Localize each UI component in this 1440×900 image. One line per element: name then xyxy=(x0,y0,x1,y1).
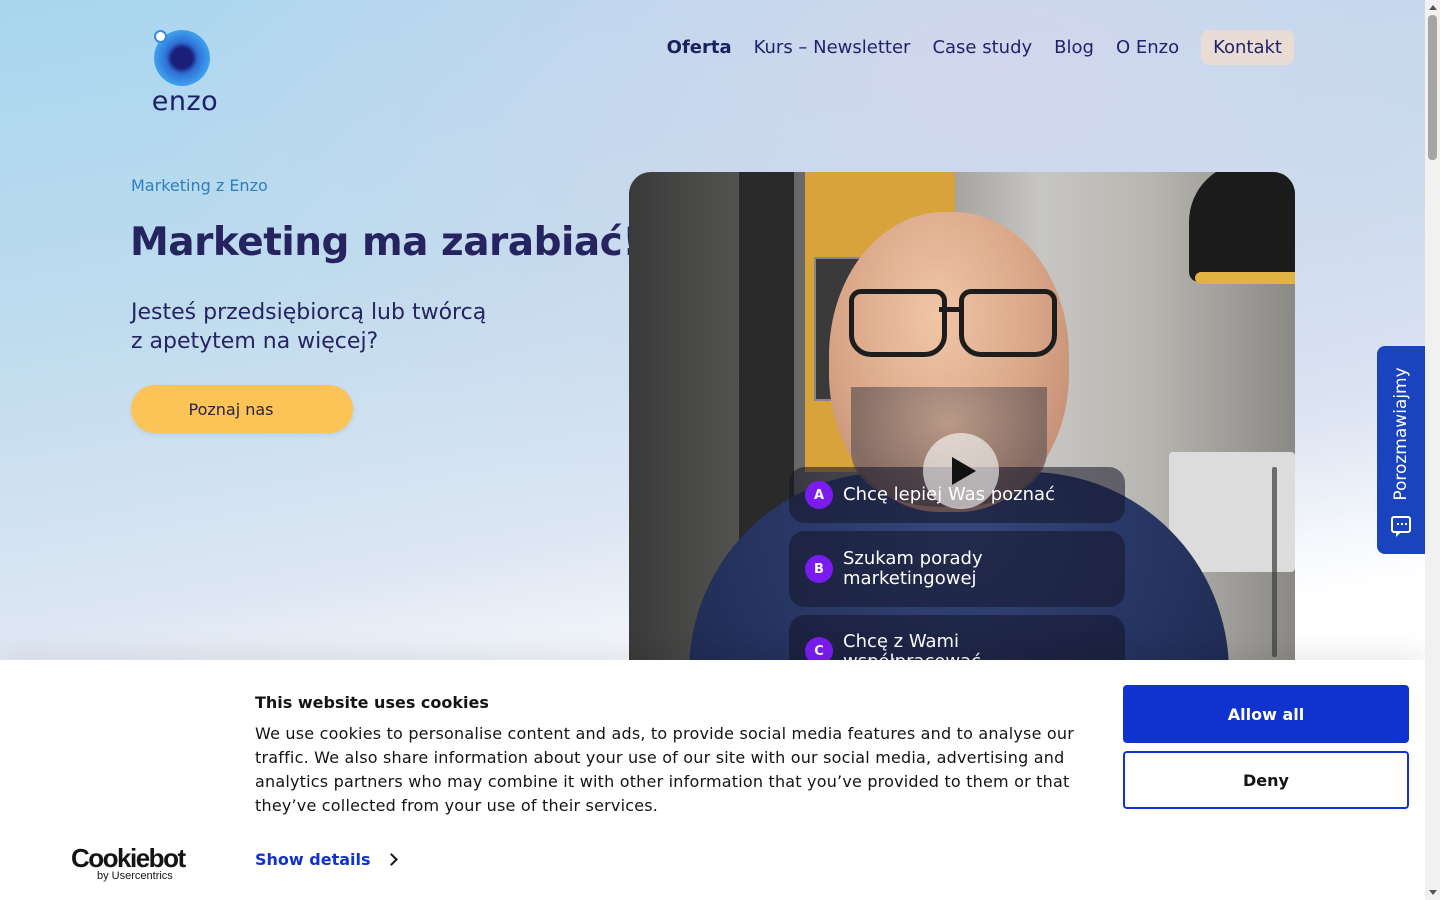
scroll-thumb[interactable] xyxy=(1428,15,1437,160)
cookie-banner: Cookiebot by Usercentrics This website u… xyxy=(0,660,1425,900)
page-scrollbar[interactable] xyxy=(1425,0,1440,900)
lamp-shape xyxy=(1189,172,1295,282)
cookiebot-logo: Cookiebot by Usercentrics xyxy=(71,843,186,882)
hero-title: Marketing ma zarabiać! xyxy=(130,220,640,265)
nav-item-blog[interactable]: Blog xyxy=(1054,37,1094,58)
main-nav: Oferta Kurs – Newsletter Case study Blog… xyxy=(645,29,1294,65)
allow-all-button[interactable]: Allow all xyxy=(1123,685,1409,743)
nav-item-oferta[interactable]: Oferta xyxy=(667,37,732,58)
options-scrollbar[interactable] xyxy=(1272,467,1277,657)
chevron-right-icon xyxy=(384,853,398,866)
nav-item-case-study[interactable]: Case study xyxy=(932,37,1032,58)
nav-item-o-enzo[interactable]: O Enzo xyxy=(1116,37,1179,58)
video-player[interactable]: A Chcę lepiej Was poznać B Szukam porady… xyxy=(629,172,1295,692)
hero-subtitle-line-2: z apetytem na więcej? xyxy=(131,329,379,354)
side-tab-label: Porozmawiajmy xyxy=(1391,367,1411,501)
option-letter: A xyxy=(805,481,833,509)
cookie-title: This website uses cookies xyxy=(255,693,489,712)
nav-item-kurs-newsletter[interactable]: Kurs – Newsletter xyxy=(754,37,911,58)
cookiebot-logo-text: Cookiebot xyxy=(71,843,186,873)
option-text: Szukam porady marketingowej xyxy=(843,548,983,589)
scroll-up-icon[interactable] xyxy=(1429,5,1437,10)
hero-eyebrow: Marketing z Enzo xyxy=(131,176,268,195)
option-letter: B xyxy=(805,555,833,583)
show-details-label: Show details xyxy=(255,850,371,869)
hero-subtitle-line-1: Jesteś przedsiębiorcą lub twórcą xyxy=(131,300,487,325)
poznaj-nas-button[interactable]: Poznaj nas xyxy=(131,385,353,433)
porozmawiajmy-tab[interactable]: Porozmawiajmy xyxy=(1377,346,1425,554)
glasses-shape xyxy=(849,289,947,357)
cookie-text: We use cookies to personalise content an… xyxy=(255,724,1075,815)
play-button[interactable] xyxy=(923,433,999,509)
show-details-link[interactable]: Show details xyxy=(255,850,398,869)
video-option-b[interactable]: B Szukam porady marketingowej xyxy=(789,531,1125,607)
scroll-down-icon[interactable] xyxy=(1429,890,1437,895)
deny-button[interactable]: Deny xyxy=(1123,751,1409,809)
hero-subtitle: Jesteś przedsiębiorcą lub twórcą z apety… xyxy=(131,298,551,356)
cta-label: Poznaj nas xyxy=(188,399,274,419)
nav-item-kontakt[interactable]: Kontakt xyxy=(1201,29,1294,65)
page: enzo Oferta Kurs – Newsletter Case study… xyxy=(0,0,1425,900)
play-icon xyxy=(952,457,976,485)
logo-text: enzo xyxy=(151,86,219,117)
enzo-logo[interactable]: enzo xyxy=(144,26,226,118)
chat-icon xyxy=(1391,516,1411,537)
cookiebot-logo-subtext: by Usercentrics xyxy=(97,870,173,882)
